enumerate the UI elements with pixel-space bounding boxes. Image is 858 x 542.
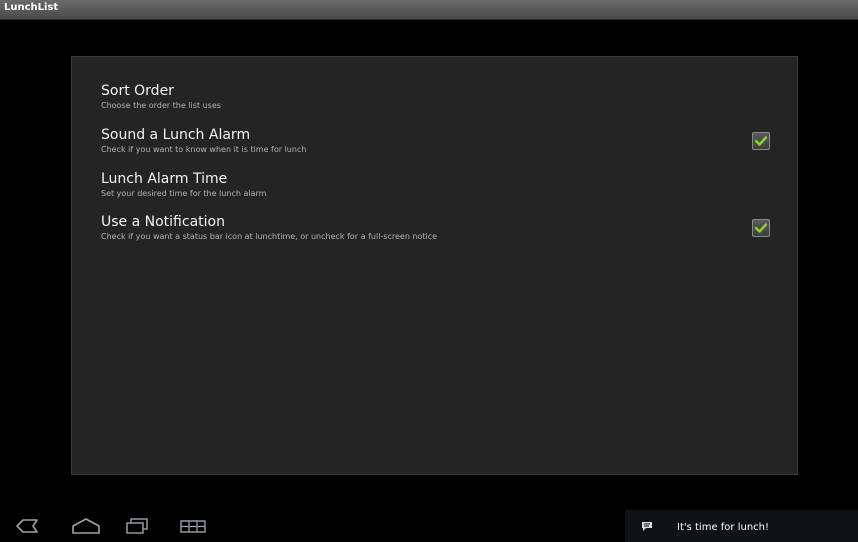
notification-area[interactable]: It's time for lunch! [625, 510, 858, 542]
pref-title: Sort Order [101, 83, 174, 99]
preferences-panel: Sort Order Choose the order the list use… [71, 56, 798, 475]
home-button[interactable] [70, 510, 102, 542]
back-icon [16, 519, 38, 533]
pref-sort-order[interactable]: Sort Order Choose the order the list use… [101, 83, 791, 111]
title-bar: LunchList [0, 0, 858, 20]
pref-use-notification[interactable]: Use a Notification Check if you want a s… [101, 214, 791, 242]
pref-lunch-alarm-time[interactable]: Lunch Alarm Time Set your desired time f… [101, 171, 791, 199]
recent-apps-icon [126, 518, 148, 534]
menu-button[interactable] [178, 510, 208, 542]
pref-summary: Set your desired time for the lunch alar… [101, 189, 267, 198]
notification-text: It's time for lunch! [677, 522, 770, 533]
home-icon [72, 518, 100, 534]
pref-summary: Choose the order the list uses [101, 101, 221, 110]
recent-apps-button[interactable] [122, 510, 152, 542]
pref-summary: Check if you want to know when it is tim… [101, 145, 307, 154]
menu-icon [180, 520, 206, 533]
check-icon [755, 223, 767, 233]
notification-checkbox[interactable] [752, 219, 770, 237]
sound-alarm-checkbox[interactable] [752, 132, 770, 150]
check-icon [755, 136, 767, 146]
pref-sound-lunch-alarm[interactable]: Sound a Lunch Alarm Check if you want to… [101, 127, 791, 155]
chat-bubble-icon [642, 522, 652, 531]
pref-title: Use a Notification [101, 214, 225, 230]
back-button[interactable] [12, 510, 42, 542]
pref-title: Sound a Lunch Alarm [101, 127, 251, 143]
app-title: LunchList [4, 2, 59, 13]
pref-summary: Check if you want a status bar icon at l… [101, 232, 438, 241]
pref-title: Lunch Alarm Time [101, 171, 228, 187]
